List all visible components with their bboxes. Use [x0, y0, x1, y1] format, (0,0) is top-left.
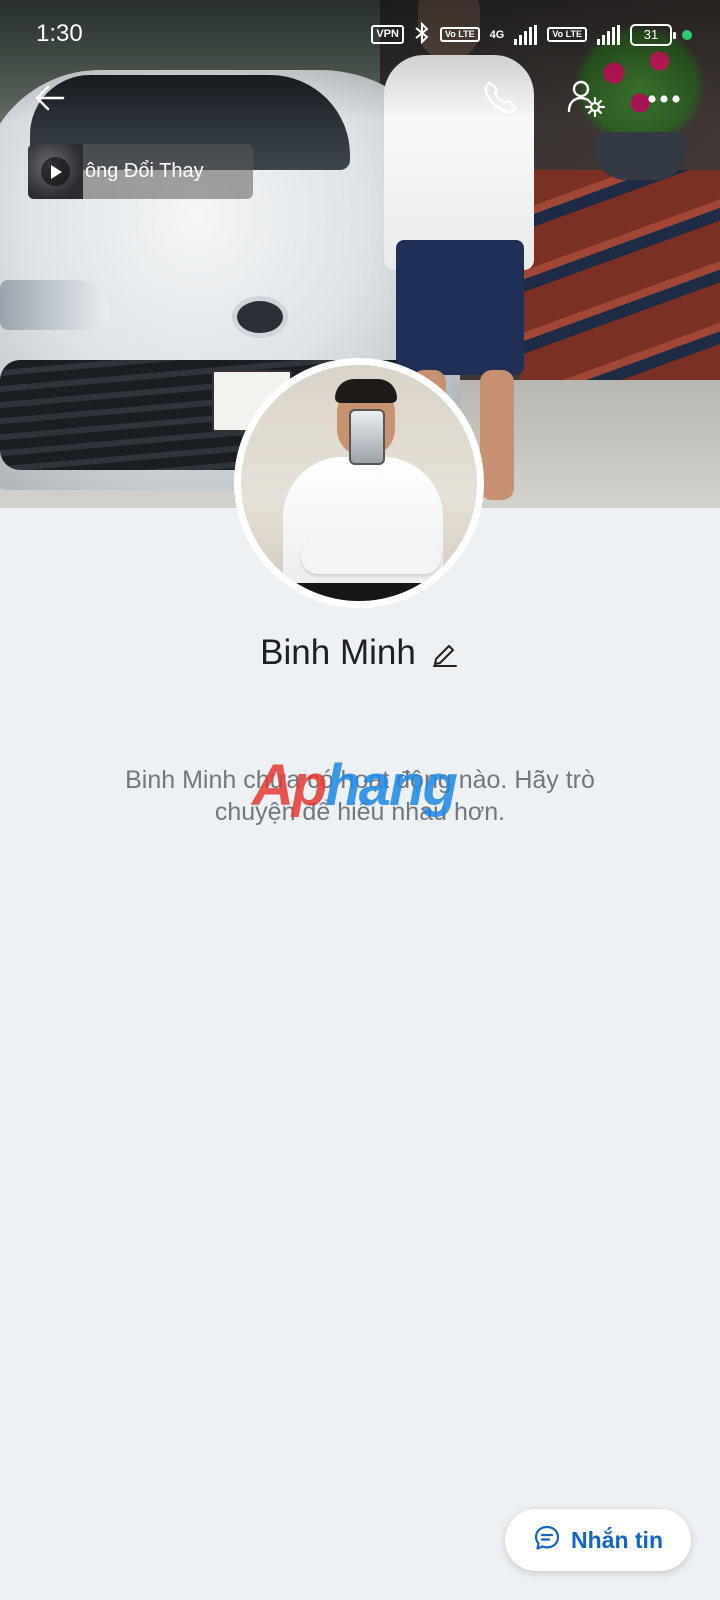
volte-badge: Vo LTE — [547, 27, 587, 42]
send-message-button[interactable]: Nhắn tin — [505, 1509, 691, 1571]
status-time: 1:30 — [36, 20, 83, 47]
cover-flower-pot — [596, 132, 686, 180]
network-type: 4G — [489, 28, 505, 41]
pencil-icon[interactable] — [430, 638, 460, 668]
more-button[interactable] — [640, 76, 688, 124]
more-horizontal-icon — [647, 91, 681, 109]
vpn-badge: VPN — [371, 25, 404, 44]
call-button[interactable] — [476, 76, 524, 124]
avatar-phone — [349, 409, 385, 465]
avatar-hair — [335, 379, 397, 403]
arrow-left-icon — [33, 81, 67, 120]
watermark: Aphang — [252, 752, 472, 822]
chat-bubble-icon — [533, 1524, 561, 1557]
cover-car-logo — [232, 296, 288, 338]
avatar[interactable] — [234, 358, 484, 608]
battery-indicator: 31 — [630, 23, 676, 46]
music-cover-art — [28, 144, 83, 199]
user-gear-icon — [566, 78, 606, 123]
avatar-bottom-band — [241, 583, 477, 601]
watermark-part-1: Ap — [252, 753, 327, 818]
back-button[interactable] — [26, 76, 74, 124]
profile-settings-button[interactable] — [562, 76, 610, 124]
privacy-dot-icon — [682, 29, 692, 40]
cover-person-leg — [480, 370, 514, 500]
volte-badge: Vo LTE — [439, 27, 480, 42]
status-bar: 1:30 VPN Vo LTE 4G Vo LTE 31 — [0, 0, 720, 68]
avatar-arm — [301, 540, 441, 574]
signal-icon — [514, 24, 538, 45]
music-title: ông Đổi Thay — [85, 160, 204, 182]
signal-icon — [597, 24, 620, 45]
play-icon[interactable] — [41, 157, 70, 186]
phone-icon — [481, 79, 519, 122]
profile-name: Binh Minh — [260, 633, 416, 672]
bluetooth-icon — [414, 21, 430, 47]
status-icons: VPN Vo LTE 4G Vo LTE 31 — [371, 21, 692, 47]
watermark-part-2: hang — [325, 753, 458, 818]
cover-person-shorts — [396, 240, 524, 375]
profile-name-row: Binh Minh — [0, 628, 720, 678]
cover-car-headlight — [0, 280, 110, 330]
profile-music-chip[interactable]: ông Đổi Thay — [28, 144, 253, 199]
send-message-label: Nhắn tin — [571, 1526, 663, 1553]
